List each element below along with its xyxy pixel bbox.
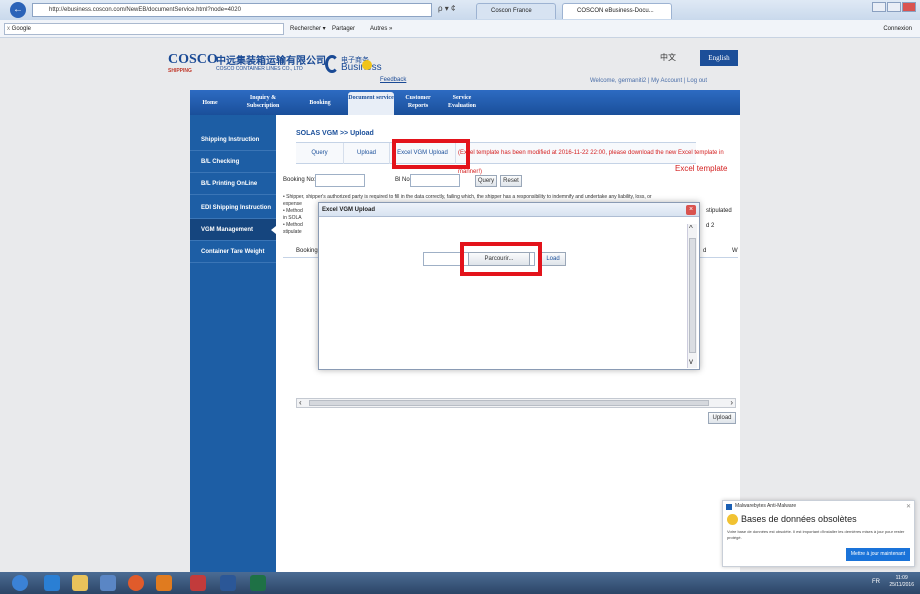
scroll-down-icon[interactable]: v <box>689 357 693 366</box>
autres-button[interactable]: Autres » <box>370 24 392 34</box>
feedback-icon <box>362 60 372 70</box>
nav-home[interactable]: Home <box>198 99 222 107</box>
google-search-input[interactable]: x Google <box>4 23 284 35</box>
rechercher-button[interactable]: Rechercher ▾ <box>290 24 326 34</box>
tab-coscon-france[interactable]: Coscon France <box>476 3 556 19</box>
sidebar-item-shipping-instruction[interactable]: Shipping Instruction <box>190 129 276 151</box>
close-icon[interactable]: × <box>686 205 696 215</box>
reset-button[interactable]: Reset <box>500 175 522 187</box>
update-now-button[interactable]: Mettre à jour maintenant <box>846 548 910 561</box>
scroll-thumb[interactable] <box>309 400 709 406</box>
lang-chinese-link[interactable]: 中文 <box>660 52 676 63</box>
excel-icon[interactable] <box>250 575 266 591</box>
excel-template-link[interactable]: Excel template <box>675 164 727 173</box>
sidebar: Shipping Instruction B/L Checking B/L Pr… <box>190 115 276 572</box>
table-header-right: d <box>703 248 707 254</box>
load-button[interactable]: Load <box>540 252 566 266</box>
query-button[interactable]: Query <box>475 175 497 187</box>
warning-icon <box>727 514 738 525</box>
browser-toolbar: x Google Rechercher ▾ Partager Autres » … <box>0 20 920 38</box>
outlook-icon[interactable] <box>156 575 172 591</box>
instructions-right: stipulated <box>706 208 732 214</box>
sidebar-item-edi-shipping[interactable]: EDI Shipping Instruction <box>190 197 276 219</box>
table-header-right-2: W <box>732 248 738 254</box>
sidebar-item-vgm-management[interactable]: VGM Management <box>190 219 276 241</box>
nav-service-evaluation[interactable]: Service Evaluation <box>440 94 484 110</box>
partager-button[interactable]: Partager <box>332 24 355 34</box>
tab-coscon-ebusiness[interactable]: COSCON eBusiness-Docu... <box>562 3 672 19</box>
cosco-logo[interactable]: COSCO SHIPPING 中远集装箱运输有限公司 COSCO CONTAIN… <box>168 52 326 74</box>
main-nav: Home Inquiry & Subscription Booking Docu… <box>190 90 740 115</box>
nav-booking[interactable]: Booking <box>302 99 338 107</box>
dialog-vertical-scrollbar[interactable]: ^ v <box>687 224 697 368</box>
system-clock[interactable]: 11:09 25/11/2016 <box>889 575 914 589</box>
media-icon[interactable] <box>100 575 116 591</box>
lang-english-button[interactable]: English <box>700 50 738 66</box>
excel-vgm-upload-dialog: Excel VGM Upload × <box>318 202 700 370</box>
taskbar: FR 11:09 25/11/2016 <box>0 572 920 594</box>
malware-notification: Malwarebytes Anti-Malware ✕ Bases de don… <box>722 500 915 567</box>
browser-titlebar: ← http://ebusiness.coscon.com/NewEB/docu… <box>0 0 920 20</box>
address-bar-controls[interactable]: ρ ▾ ¢ <box>438 4 455 13</box>
powerpoint-icon[interactable] <box>190 575 206 591</box>
connexion-link[interactable]: Connexion <box>883 24 912 34</box>
language-indicator[interactable]: FR <box>872 579 880 585</box>
nav-inquiry[interactable]: Inquiry & Subscription <box>240 94 286 110</box>
word-icon[interactable] <box>220 575 236 591</box>
scroll-left-icon[interactable]: ‹ <box>299 398 302 407</box>
malwarebytes-icon <box>726 504 732 510</box>
scroll-right-icon[interactable]: › <box>730 398 733 407</box>
sidebar-item-bl-printing[interactable]: B/L Printing OnLine <box>190 173 276 195</box>
sidebar-item-container-tare-weight[interactable]: Container Tare Weight <box>190 241 276 263</box>
close-icon[interactable]: ✕ <box>906 503 911 510</box>
horizontal-scrollbar[interactable]: ‹ › <box>296 398 736 408</box>
window-controls <box>871 2 916 14</box>
folder-icon[interactable] <box>72 575 88 591</box>
booking-label: Booking No: <box>283 177 316 183</box>
instructions-right-2: d 2 <box>706 223 715 229</box>
minimize-button[interactable] <box>872 2 886 12</box>
nav-document-service[interactable]: Document service <box>348 92 394 115</box>
close-window-button[interactable] <box>902 2 916 12</box>
nav-customer-reports[interactable]: Customer Reports <box>398 94 438 110</box>
feedback-link[interactable]: Feedback <box>380 77 406 83</box>
scroll-thumb[interactable] <box>689 238 696 353</box>
breadcrumb: SOLAS VGM >> Upload <box>296 130 374 137</box>
maximize-button[interactable] <box>887 2 901 12</box>
ie-icon[interactable] <box>44 575 60 591</box>
address-bar[interactable]: http://ebusiness.coscon.com/NewEB/docume… <box>32 3 432 17</box>
booking-no-input[interactable] <box>315 174 365 187</box>
dialog-title: Excel VGM Upload <box>319 203 699 217</box>
tab-upload[interactable]: Upload <box>344 143 390 164</box>
sidebar-item-bl-checking[interactable]: B/L Checking <box>190 151 276 173</box>
tab-query[interactable]: Query <box>296 143 344 164</box>
welcome-text[interactable]: Welcome, germaniti2 | My Account | Log o… <box>590 78 707 84</box>
bl-no-input[interactable] <box>410 174 460 187</box>
bl-label: Bl No: <box>395 177 412 183</box>
start-button-icon[interactable] <box>12 575 28 591</box>
template-notice: (Excel template has been modified at 201… <box>458 150 724 156</box>
highlight-browse-button <box>460 242 542 276</box>
scroll-up-icon[interactable]: ^ <box>689 224 693 233</box>
highlight-excel-tab <box>392 139 470 169</box>
upload-button[interactable]: Upload <box>708 412 736 424</box>
chrome-icon[interactable] <box>128 575 144 591</box>
ebusiness-mark-icon <box>325 55 339 73</box>
back-button[interactable]: ← <box>10 2 26 18</box>
